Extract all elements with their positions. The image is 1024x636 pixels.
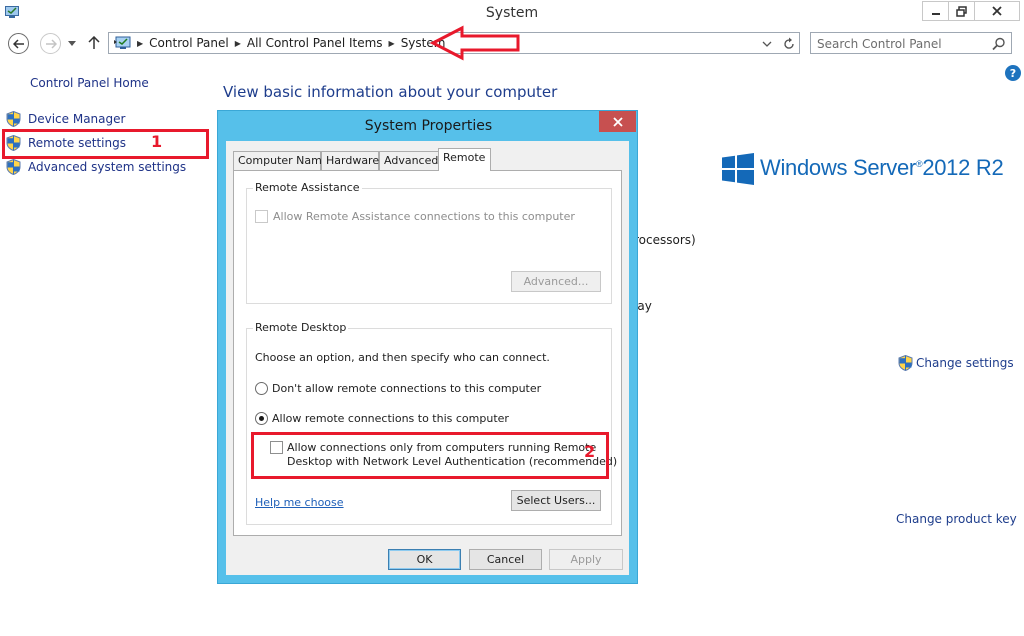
remote-assistance-legend: Remote Assistance [253, 181, 362, 194]
apply-button[interactable]: Apply [549, 549, 623, 570]
annotation-marker-1: 1 [151, 132, 163, 151]
system-properties-dialog: System Properties Computer Name Hardware… [217, 110, 638, 584]
breadcrumb-separator-icon[interactable]: ▶ [389, 39, 395, 48]
breadcrumb-control-panel[interactable]: Control Panel [149, 36, 229, 50]
tab-remote[interactable]: Remote [438, 148, 491, 171]
help-icon[interactable]: ? [1005, 65, 1021, 81]
breadcrumb-separator-icon[interactable]: ▶ [235, 39, 241, 48]
windows-edition-logo: Windows Server®2012 R2 [760, 155, 1004, 180]
allow-remote-radio[interactable] [255, 412, 268, 425]
annotation-box-1 [2, 129, 209, 159]
dialog-close-button[interactable] [599, 111, 636, 132]
change-settings-link[interactable]: Change settings [898, 355, 1014, 371]
minimize-icon [931, 13, 940, 15]
window-title: System [485, 5, 539, 21]
up-button[interactable] [86, 34, 102, 52]
control-panel-icon [114, 36, 131, 49]
dont-allow-remote-label[interactable]: Don't allow remote connections to this c… [272, 382, 541, 395]
back-button[interactable] [8, 33, 29, 54]
remote-desktop-instruction: Choose an option, and then specify who c… [255, 351, 550, 364]
allow-remote-label[interactable]: Allow remote connections to this compute… [272, 412, 509, 425]
maximize-icon [956, 5, 967, 17]
edition-year: 2012 R2 [922, 155, 1004, 180]
tab-computer-name[interactable]: Computer Name [233, 151, 329, 170]
dont-allow-remote-radio[interactable] [255, 382, 268, 395]
sidebar-item-label: Advanced system settings [28, 160, 187, 174]
address-dropdown-icon[interactable] [761, 37, 773, 51]
dialog-title: System Properties [364, 118, 493, 134]
ok-button[interactable]: OK [388, 549, 461, 570]
tab-advanced[interactable]: Advanced [379, 151, 439, 170]
select-users-button[interactable]: Select Users... [511, 490, 601, 511]
remote-desktop-group: Remote Desktop Choose an option, and the… [246, 321, 617, 525]
search-box[interactable] [810, 32, 1012, 54]
shield-icon [6, 111, 21, 127]
chevron-down-icon [68, 40, 76, 46]
change-product-key-link[interactable]: Change product key [896, 512, 1017, 526]
up-arrow-icon [88, 36, 100, 49]
page-title: View basic information about your comput… [223, 83, 558, 101]
processor-info-fragment: rocessors) [634, 233, 696, 247]
change-settings-label: Change settings [916, 356, 1014, 370]
title-bar: System [0, 0, 1024, 28]
dialog-body: Computer Name Hardware Advanced Remote R… [226, 141, 629, 575]
sidebar-item-device-manager[interactable]: Device Manager [6, 111, 125, 127]
cancel-button[interactable]: Cancel [469, 549, 542, 570]
advanced-button[interactable]: Advanced... [511, 271, 601, 292]
remote-desktop-legend: Remote Desktop [253, 321, 349, 334]
breadcrumb-separator-icon: ▶ [137, 38, 144, 48]
help-me-choose-link[interactable]: Help me choose [255, 496, 344, 509]
annotation-box-2 [251, 432, 609, 479]
tab-hardware[interactable]: Hardware [321, 151, 379, 170]
forward-button[interactable] [40, 33, 61, 54]
windows-logo-icon [722, 153, 754, 185]
breadcrumb-all-items[interactable]: All Control Panel Items [247, 36, 383, 50]
restore-button[interactable] [948, 1, 975, 21]
recent-locations-button[interactable] [66, 36, 78, 50]
allow-remote-assistance-label: Allow Remote Assistance connections to t… [273, 210, 575, 223]
search-icon[interactable] [991, 36, 1007, 52]
control-panel-home-link[interactable]: Control Panel Home [30, 76, 149, 90]
shield-icon [898, 355, 913, 371]
minimize-button[interactable] [922, 1, 949, 21]
search-input[interactable] [817, 36, 987, 51]
annotation-arrow [430, 25, 520, 61]
remote-assistance-group: Remote Assistance Allow Remote Assistanc… [246, 181, 612, 304]
sidebar-item-label: Device Manager [28, 112, 126, 126]
allow-remote-assistance-checkbox[interactable] [255, 210, 268, 223]
close-button[interactable] [974, 1, 1020, 21]
remote-tab-panel: Remote Assistance Allow Remote Assistanc… [233, 170, 622, 536]
sidebar-item-advanced-system-settings[interactable]: Advanced system settings [6, 159, 186, 175]
breadcrumb: ▶ Control Panel ▶ All Control Panel Item… [137, 36, 445, 50]
close-icon [992, 6, 1002, 16]
shield-icon [6, 159, 21, 175]
refresh-icon[interactable] [781, 36, 797, 52]
back-arrow-icon [12, 38, 24, 49]
edition-name: Windows Server [760, 155, 916, 180]
annotation-marker-2: 2 [584, 442, 596, 461]
forward-arrow-icon [45, 38, 57, 49]
close-icon [612, 116, 623, 127]
